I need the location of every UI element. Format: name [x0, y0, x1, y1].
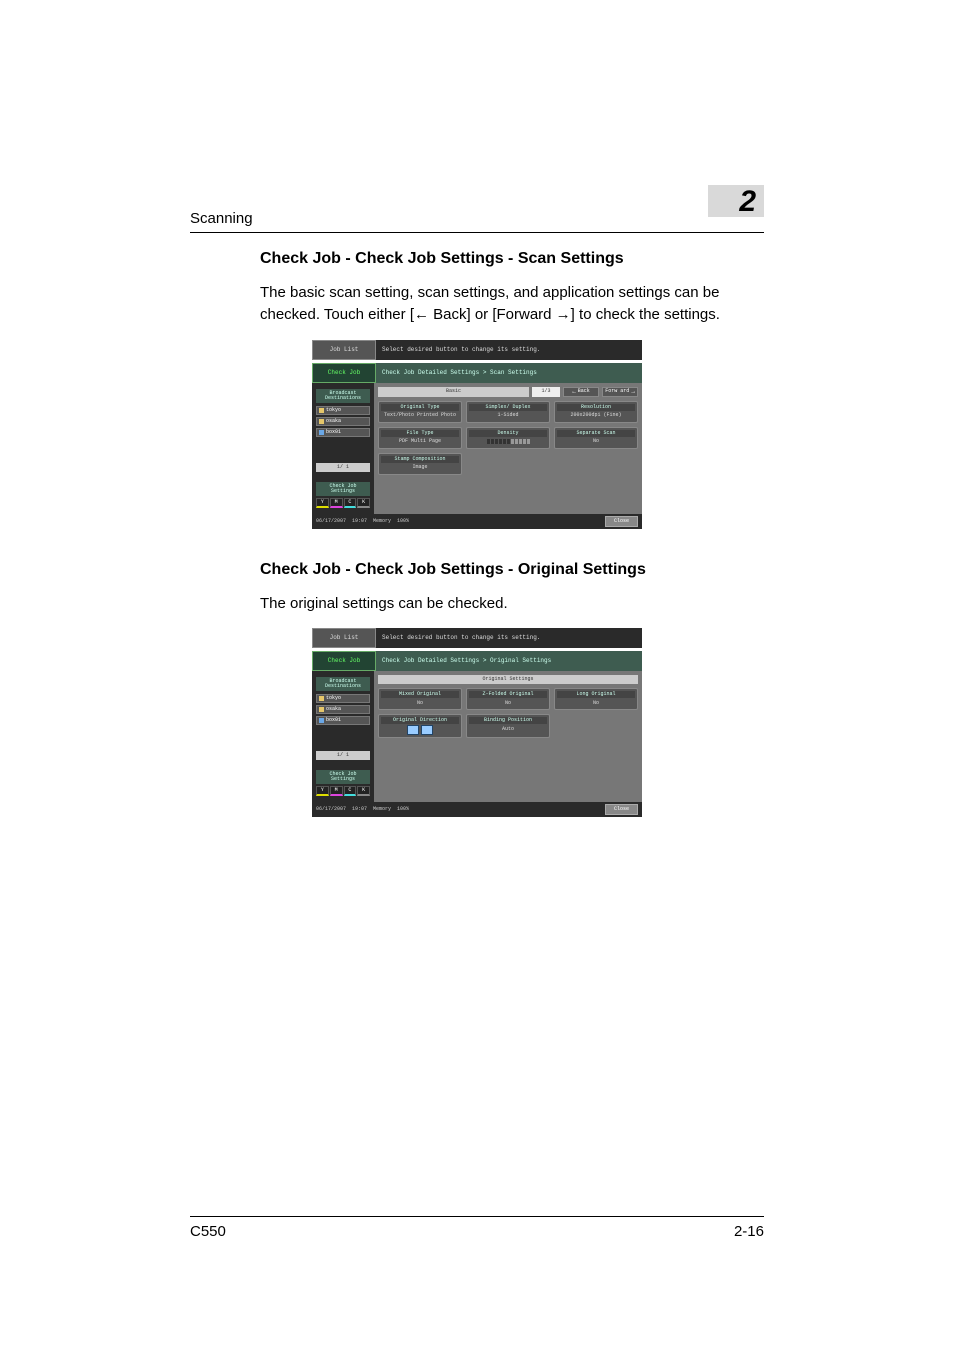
setting-tile-value: PDF Multi Page [381, 438, 459, 446]
setting-tile-title: Resolution [557, 404, 635, 411]
setting-tile-value: Text/Photo Printed Photo [381, 412, 459, 420]
destination-item[interactable]: box01 [316, 716, 370, 725]
arrow-left-icon: ← [572, 389, 576, 395]
check-job-settings-button[interactable]: Check Job Settings [316, 770, 370, 784]
screenshot-original-settings: Job List Select desired button to change… [312, 628, 642, 817]
footer-page-number: 2-16 [734, 1223, 764, 1240]
running-head-label: Scanning [190, 210, 253, 227]
running-head: Scanning [190, 210, 764, 233]
setting-tile-value [381, 725, 459, 735]
folder-icon [319, 419, 324, 424]
destination-pager: 1/ 1 [316, 751, 370, 760]
destination-item[interactable]: tokyo [316, 694, 370, 703]
setting-tile-value: Image [381, 464, 459, 472]
broadcast-destinations-header: Broadcast Destinations [316, 389, 370, 403]
setting-tile[interactable]: Z-Folded OriginalNo [466, 688, 550, 710]
tab-check-job[interactable]: Check Job [312, 363, 376, 383]
folder-icon [319, 408, 324, 413]
setting-tile-value: No [469, 699, 547, 707]
setting-tile-title: Long Original [557, 691, 635, 698]
setting-tile[interactable]: Original Direction [378, 714, 462, 738]
close-button[interactable]: Close [605, 516, 638, 527]
page-footer: C550 2-16 [190, 1216, 764, 1240]
forward-button[interactable]: Forw ard→ [602, 387, 638, 397]
setting-tile[interactable]: Mixed OriginalNo [378, 688, 462, 710]
box-icon [319, 430, 324, 435]
setting-tile[interactable]: Separate ScanNo [554, 427, 638, 449]
setting-tile-value: Auto [469, 725, 547, 733]
section-heading-1: Check Job - Check Job Settings - Scan Se… [260, 250, 764, 268]
setting-tile-title: Original Direction [381, 717, 459, 724]
setting-tile[interactable]: Original TypeText/Photo Printed Photo [378, 401, 462, 423]
instruction-text: Select desired button to change its sett… [376, 628, 642, 648]
setting-tile-title: File Type [381, 430, 459, 437]
status-date: 06/17/2007 [316, 519, 346, 524]
instruction-text: Select desired button to change its sett… [376, 340, 642, 360]
setting-tile-title: Mixed Original [381, 691, 459, 698]
status-date: 06/17/2007 [316, 807, 346, 812]
destination-item[interactable]: osaka [316, 705, 370, 714]
breadcrumb: Check Job Detailed Settings > Original S… [376, 651, 642, 671]
footer-model: C550 [190, 1223, 226, 1240]
tab-check-job[interactable]: Check Job [312, 651, 376, 671]
section-heading-2: Check Job - Check Job Settings - Origina… [260, 561, 764, 579]
screenshot-scan-settings: Job List Select desired button to change… [312, 340, 642, 529]
setting-tile-value [469, 438, 547, 446]
destination-item[interactable]: osaka [316, 417, 370, 426]
setting-tile-title: Z-Folded Original [469, 691, 547, 698]
section-para-2: The original settings can be checked. [260, 593, 764, 615]
setting-tile[interactable]: File TypePDF Multi Page [378, 427, 462, 449]
box-icon [319, 718, 324, 723]
destination-item[interactable]: tokyo [316, 406, 370, 415]
tab-job-list[interactable]: Job List [312, 340, 376, 360]
setting-tile-title: Binding Position [469, 717, 547, 724]
breadcrumb: Check Job Detailed Settings > Scan Setti… [376, 363, 642, 383]
folder-icon [319, 707, 324, 712]
setting-tile[interactable]: Stamp CompositionImage [378, 453, 462, 475]
setting-tile-value: 1-Sided [469, 412, 547, 420]
setting-tile-value: No [557, 438, 635, 446]
section-para-1: The basic scan setting, scan settings, a… [260, 282, 764, 326]
status-memory-label: Memory [373, 807, 391, 812]
page-indicator: 1/3 [532, 387, 560, 397]
setting-tile-value: No [381, 699, 459, 707]
destination-item[interactable]: box01 [316, 428, 370, 437]
broadcast-destinations-header: Broadcast Destinations [316, 677, 370, 691]
setting-tile[interactable]: Long OriginalNo [554, 688, 638, 710]
check-job-settings-button[interactable]: Check Job Settings [316, 482, 370, 496]
setting-tile-title: Separate Scan [557, 430, 635, 437]
setting-tile[interactable]: Density [466, 427, 550, 449]
orientation-icon [407, 725, 419, 735]
status-memory-label: Memory [373, 519, 391, 524]
panel-title: Basic [378, 387, 529, 397]
status-memory-value: 100% [397, 519, 409, 524]
status-time: 19:07 [352, 807, 367, 812]
setting-tile-title: Density [469, 430, 547, 437]
back-button[interactable]: ←Back [563, 387, 599, 397]
destination-pager: 1/ 1 [316, 463, 370, 472]
arrow-right-icon: → [631, 389, 635, 395]
toner-levels: YMCK [316, 786, 370, 796]
setting-tile-title: Stamp Composition [381, 456, 459, 463]
setting-tile[interactable]: Simplex/ Duplex1-Sided [466, 401, 550, 423]
status-time: 19:07 [352, 519, 367, 524]
toner-levels: YMCK [316, 498, 370, 508]
setting-tile[interactable]: Binding PositionAuto [466, 714, 550, 738]
setting-tile-value: 200x200dpi (Fine) [557, 412, 635, 420]
tab-job-list[interactable]: Job List [312, 628, 376, 648]
folder-icon [319, 696, 324, 701]
orientation-icon [421, 725, 433, 735]
setting-tile[interactable]: Resolution200x200dpi (Fine) [554, 401, 638, 423]
close-button[interactable]: Close [605, 804, 638, 815]
setting-tile-title: Original Type [381, 404, 459, 411]
setting-tile-title: Simplex/ Duplex [469, 404, 547, 411]
status-memory-value: 100% [397, 807, 409, 812]
panel-title: Original Settings [378, 675, 638, 684]
setting-tile-value: No [557, 699, 635, 707]
